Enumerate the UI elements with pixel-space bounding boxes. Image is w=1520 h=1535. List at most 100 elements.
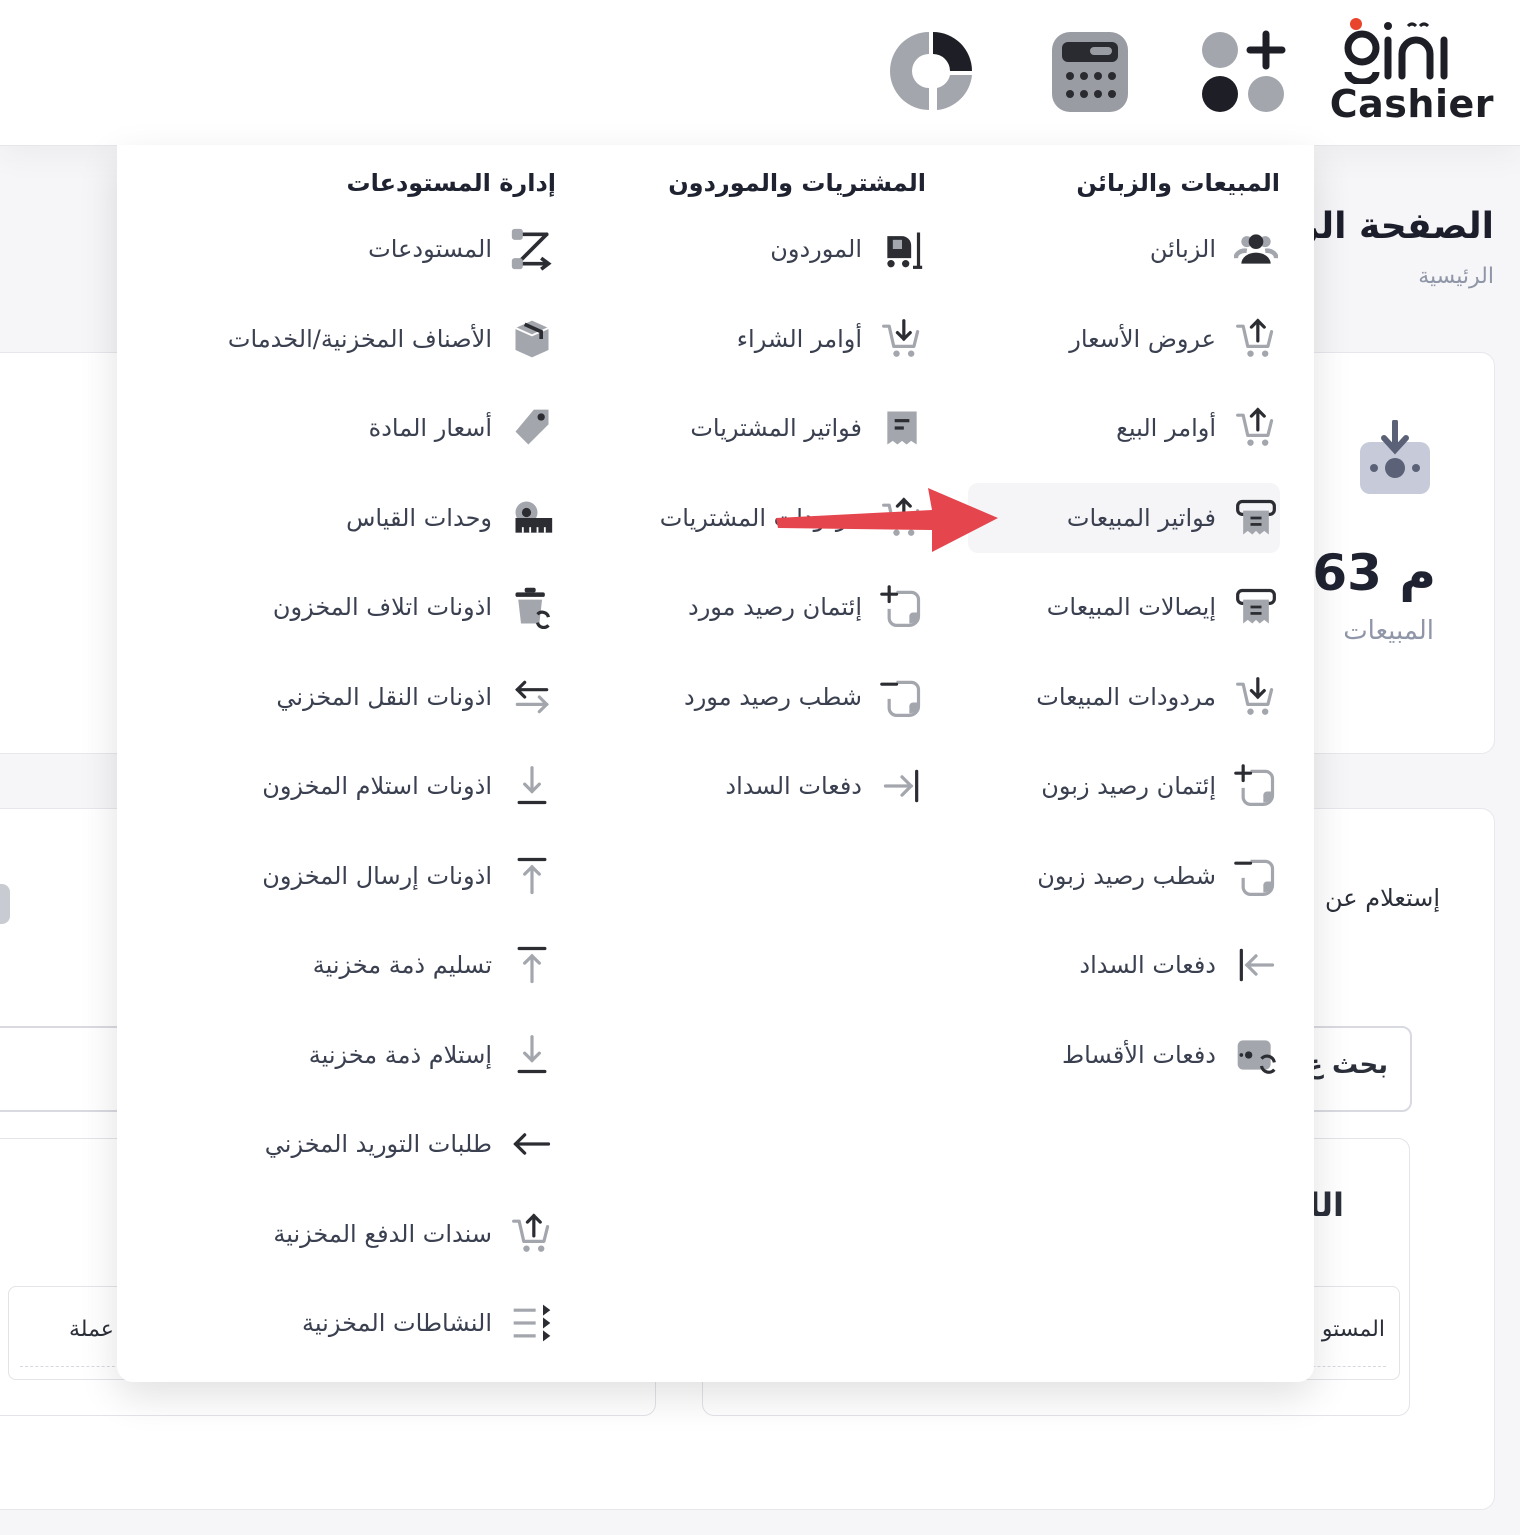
menu-item-label: اذونات استلام المخزون (262, 772, 492, 800)
gini-logo-icon (1344, 18, 1448, 84)
calculator-icon[interactable] (1048, 28, 1134, 114)
upload-icon (508, 852, 556, 900)
cart-up-icon (1232, 315, 1280, 363)
trash-icon (508, 583, 556, 631)
search-button-label: بحث ع (1305, 1050, 1388, 1080)
menu-item-label: أسعار المادة (368, 414, 492, 442)
menu-item[interactable]: دفعات الأقساط (968, 1020, 1280, 1090)
menu-item[interactable]: الموردون (560, 214, 926, 284)
installment-icon (1232, 1031, 1280, 1079)
download-icon (508, 762, 556, 810)
menu-item[interactable]: تسليم ذمة مخزنية (150, 930, 556, 1000)
annotation-arrow-icon (776, 488, 998, 552)
menu-item[interactable]: النشاطات المخزنية (150, 1288, 556, 1358)
menu-item-label: عروض الأسعار (1069, 324, 1216, 353)
menu-item-label: المستودعات (368, 235, 492, 263)
menu-column-title: المشتريات والموردون (668, 169, 926, 197)
credit-minus-icon (878, 673, 926, 721)
box-icon (508, 315, 556, 363)
breadcrumb[interactable]: الرئيسية (1418, 264, 1494, 289)
menu-item-label: وحدات القياس (346, 503, 492, 532)
cart-up-icon (1232, 404, 1280, 452)
menu-item-label: دفعات السداد (725, 772, 862, 800)
apps-add-icon[interactable] (1200, 28, 1286, 114)
menu-item[interactable]: أسعار المادة (150, 393, 556, 463)
menu-item[interactable]: عروض الأسعار (968, 304, 1280, 374)
menu-item-label: اذونات النقل المخزني (276, 682, 492, 711)
menu-item[interactable]: شطب رصيد مورد (560, 662, 926, 732)
menu-item-label: شطب رصيد مورد (684, 682, 862, 711)
menu-item-label: النشاطات المخزنية (302, 1309, 492, 1337)
menu-item[interactable]: الأصناف المخزنية/الخدمات (150, 304, 556, 374)
transfer-icon (508, 673, 556, 721)
menu-item-label: إستلام ذمة مخزنية (308, 1040, 492, 1069)
menu-item-label: أوامر البيع (1116, 414, 1216, 442)
menu-item-label: سندات الدفع المخزنية (273, 1219, 492, 1248)
menu-item[interactable]: شطب رصيد زبون (968, 841, 1280, 911)
menu-item[interactable]: وحدات القياس (150, 483, 556, 553)
menu-item[interactable]: اذونات استلام المخزون (150, 751, 556, 821)
menu-item[interactable]: اذونات إرسال المخزون (150, 841, 556, 911)
right-panel-row-text: المستو (1321, 1317, 1385, 1342)
menu-item-label: إئتمان رصيد زبون (1041, 772, 1216, 800)
inquiry-label: إستعلام عن (1325, 884, 1440, 912)
menu-item-label: الزبائن (1149, 235, 1216, 263)
sales-stat-icon (1360, 420, 1430, 494)
menu-item-label: مردودات المبيعات (1036, 682, 1216, 711)
credit-plus-icon (1232, 762, 1280, 810)
arrow-in-icon (1232, 941, 1280, 989)
menu-item[interactable]: أوامر الشراء (560, 304, 926, 374)
tag-icon (508, 404, 556, 452)
menu-item-label: الموردون (770, 235, 862, 263)
left-panel-row-text: عملة (69, 1317, 114, 1342)
menu-item[interactable]: إئتمان رصيد مورد (560, 572, 926, 642)
menu-item[interactable]: أوامر البيع (968, 393, 1280, 463)
menu-item[interactable]: فواتير المشتريات (560, 393, 926, 463)
arrow-left-icon (508, 1120, 556, 1168)
menu-item[interactable]: فواتير المبيعات (968, 482, 1280, 553)
cart-up-icon (508, 1210, 556, 1258)
stat-label: المبيعات (1343, 616, 1434, 646)
menu-item-label: دفعات السداد (1079, 951, 1216, 979)
menu-item[interactable]: مردودات المبيعات (968, 662, 1280, 732)
menu-item[interactable]: سندات الدفع المخزنية (150, 1199, 556, 1269)
menu-item[interactable]: دفعات السداد (968, 930, 1280, 1000)
invoice-icon (1232, 494, 1280, 542)
arrow-out-icon (878, 762, 926, 810)
menu-item[interactable]: اذونات النقل المخزني (150, 662, 556, 732)
menu-item[interactable]: دفعات السداد (560, 751, 926, 821)
menu-item[interactable]: طلبات التوريد المخزني (150, 1109, 556, 1179)
menu-item-label: الأصناف المخزنية/الخدمات (227, 324, 492, 353)
menu-item[interactable]: إيصالات المبيعات (968, 572, 1280, 642)
menu-item-label: شطب رصيد زبون (1037, 861, 1216, 890)
inquiry-input[interactable] (0, 1026, 134, 1112)
menu-column-title: إدارة المستودعات (346, 169, 556, 197)
menu-item[interactable]: إئتمان رصيد زبون (968, 751, 1280, 821)
menu-item-label: إئتمان رصيد مورد (688, 593, 862, 621)
menu-item[interactable]: إستلام ذمة مخزنية (150, 1020, 556, 1090)
menu-item-label: تسليم ذمة مخزنية (312, 951, 492, 979)
reports-pie-icon[interactable] (890, 28, 976, 114)
scroll-pill[interactable] (0, 884, 10, 924)
receipt-icon (1232, 583, 1280, 631)
menu-item-label: اذونات إرسال المخزون (262, 861, 492, 890)
menu-item[interactable]: المستودعات (150, 214, 556, 284)
customers-icon (1232, 225, 1280, 273)
cart-down-icon (1232, 673, 1280, 721)
brand-logo[interactable]: Cashier (1330, 14, 1494, 126)
menu-item[interactable]: اذونات اتلاف المخزون (150, 572, 556, 642)
menu-item-label: فواتير المبيعات (1066, 503, 1216, 532)
brand-name: Cashier (1329, 82, 1494, 126)
top-bar: Cashier (0, 0, 1520, 146)
credit-minus-icon (1232, 852, 1280, 900)
menu-item[interactable]: الزبائن (968, 214, 1280, 284)
supplier-icon (878, 225, 926, 273)
menu-item-label: إيصالات المبيعات (1046, 593, 1216, 621)
menu-item-label: فواتير المشتريات (690, 414, 862, 442)
divider (20, 1366, 120, 1367)
menu-item-label: دفعات الأقساط (1061, 1040, 1216, 1069)
tape-measure-icon (508, 494, 556, 542)
menu-item-label: أوامر الشراء (736, 324, 862, 353)
menu-item-label: اذونات اتلاف المخزون (272, 593, 492, 621)
warehouse-icon (508, 225, 556, 273)
